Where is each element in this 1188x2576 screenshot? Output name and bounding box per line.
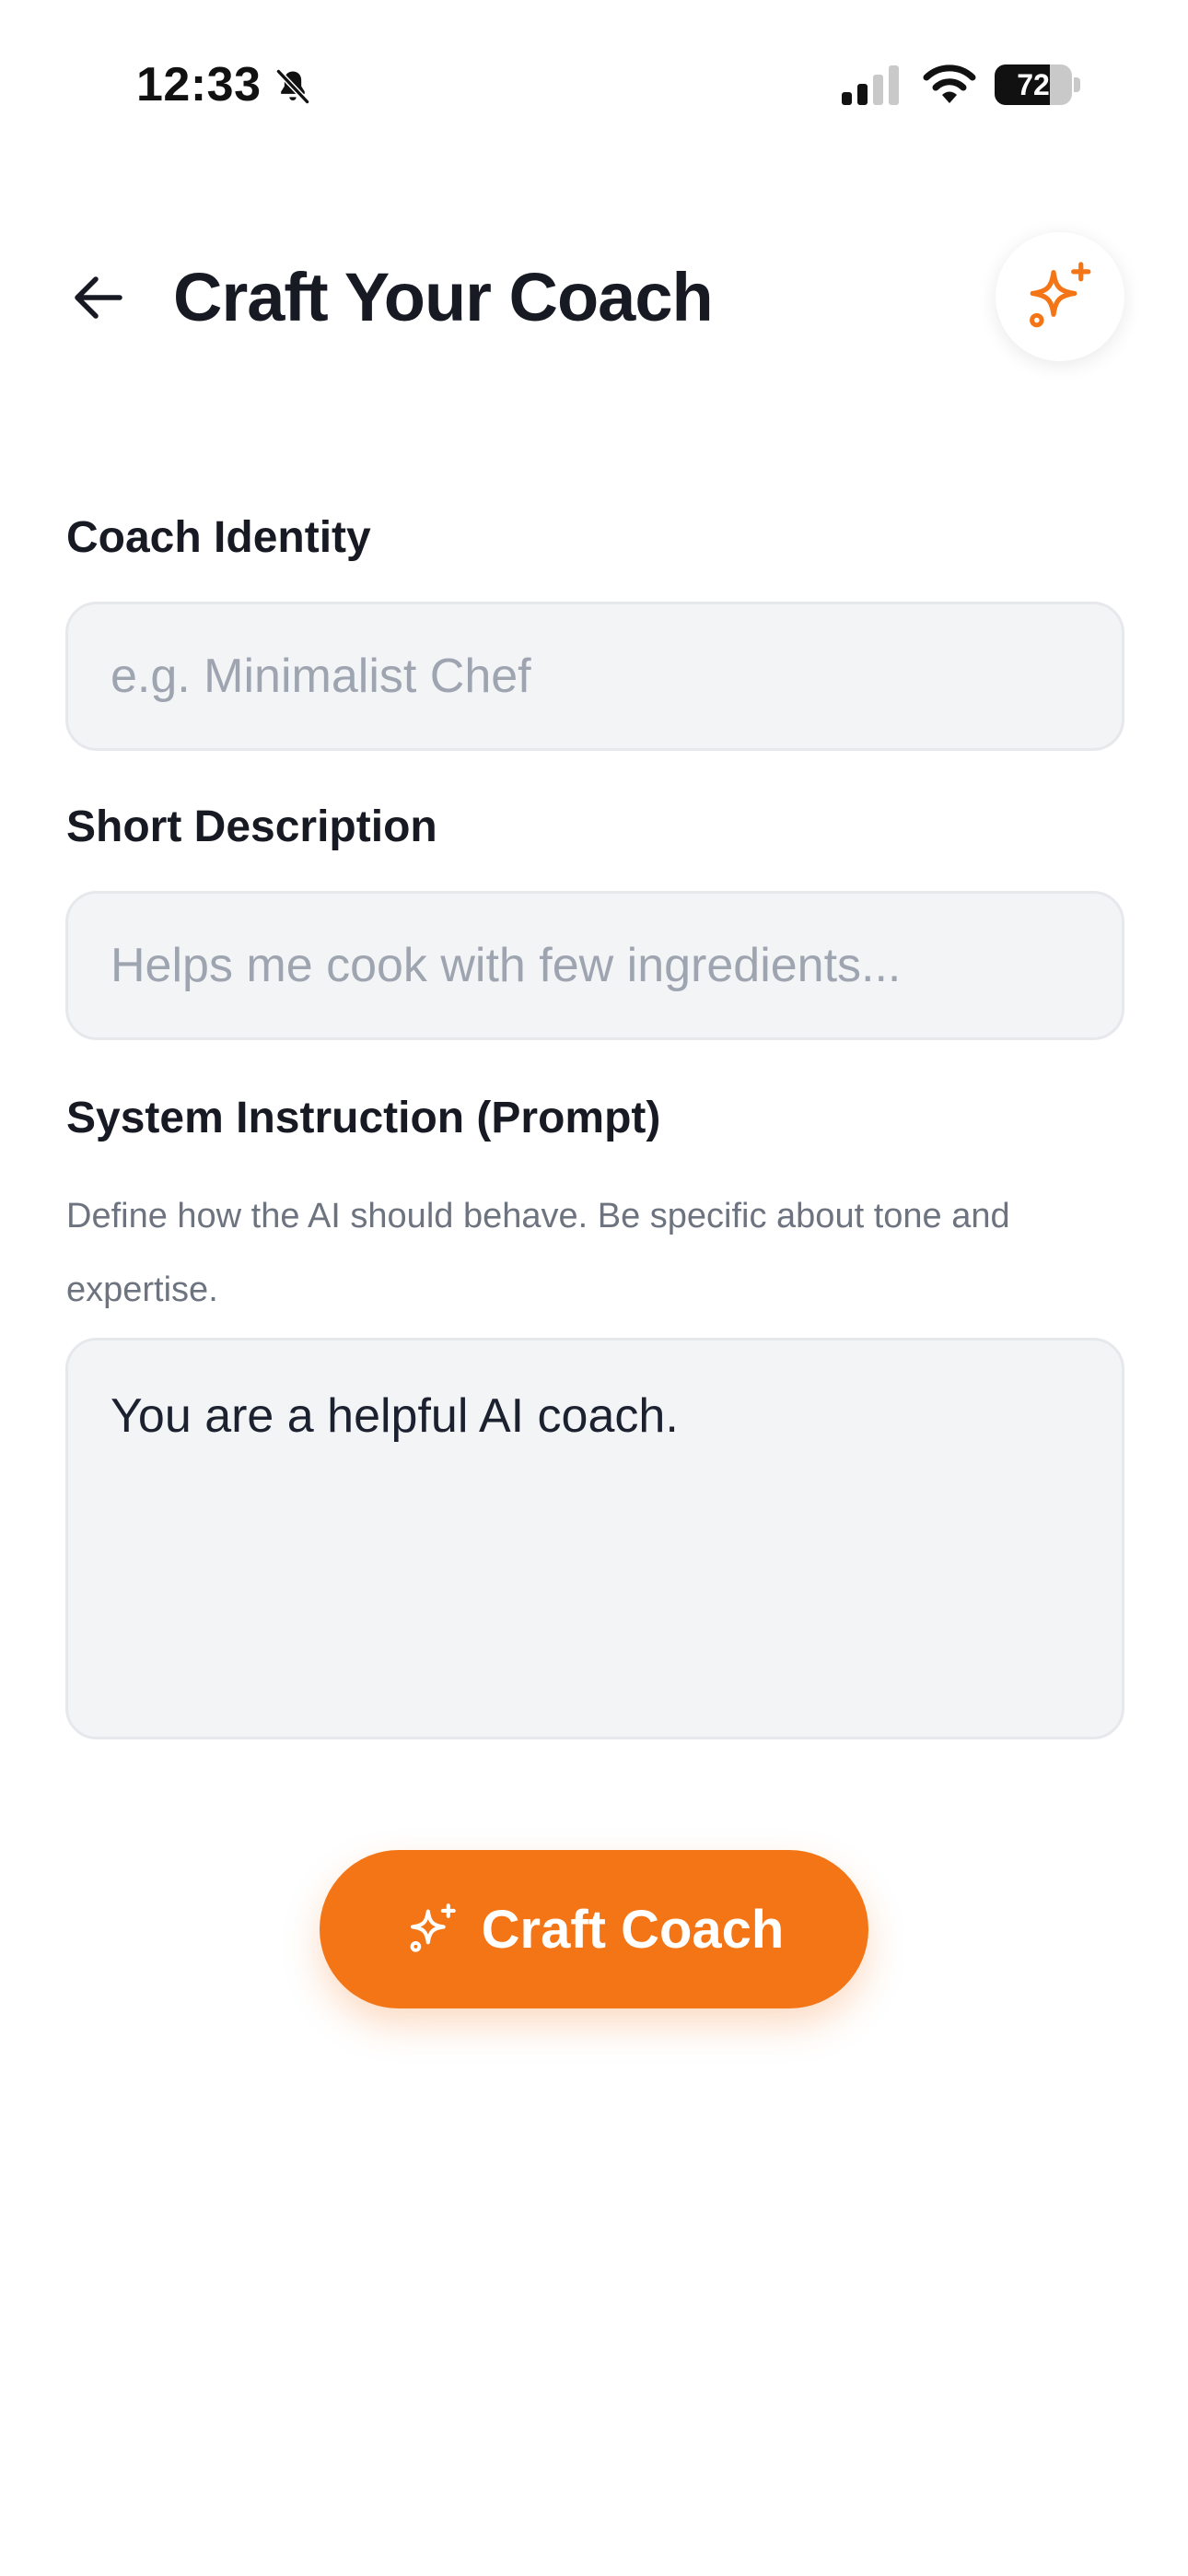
short-description-input[interactable] xyxy=(65,891,1124,1040)
short-description-label: Short Description xyxy=(66,802,437,851)
status-time: 12:33 xyxy=(136,58,262,111)
cellular-signal-icon xyxy=(842,64,901,107)
craft-coach-button[interactable]: Craft Coach xyxy=(320,1850,868,2008)
system-instruction-textarea[interactable] xyxy=(65,1338,1124,1739)
coach-identity-label: Coach Identity xyxy=(66,513,371,562)
system-instruction-helper: Define how the AI should behave. Be spec… xyxy=(66,1197,1010,1309)
coach-identity-input[interactable] xyxy=(65,602,1124,751)
arrow-left-icon xyxy=(75,276,122,319)
sparkles-icon xyxy=(410,1903,456,1952)
bell-slash-icon xyxy=(273,66,313,107)
sparkles-icon xyxy=(1030,262,1091,328)
battery-icon: 72 xyxy=(995,64,1081,105)
system-instruction-label: System Instruction (Prompt) xyxy=(66,1094,661,1142)
back-button[interactable] xyxy=(64,267,131,328)
battery-level: 72 xyxy=(1017,68,1050,101)
page-title: Craft Your Coach xyxy=(173,259,714,335)
ai-suggest-button[interactable] xyxy=(996,232,1124,361)
wifi-icon xyxy=(923,63,976,105)
status-bar: 12:33 72 xyxy=(0,0,1188,175)
craft-coach-label: Craft Coach xyxy=(481,1899,785,1960)
